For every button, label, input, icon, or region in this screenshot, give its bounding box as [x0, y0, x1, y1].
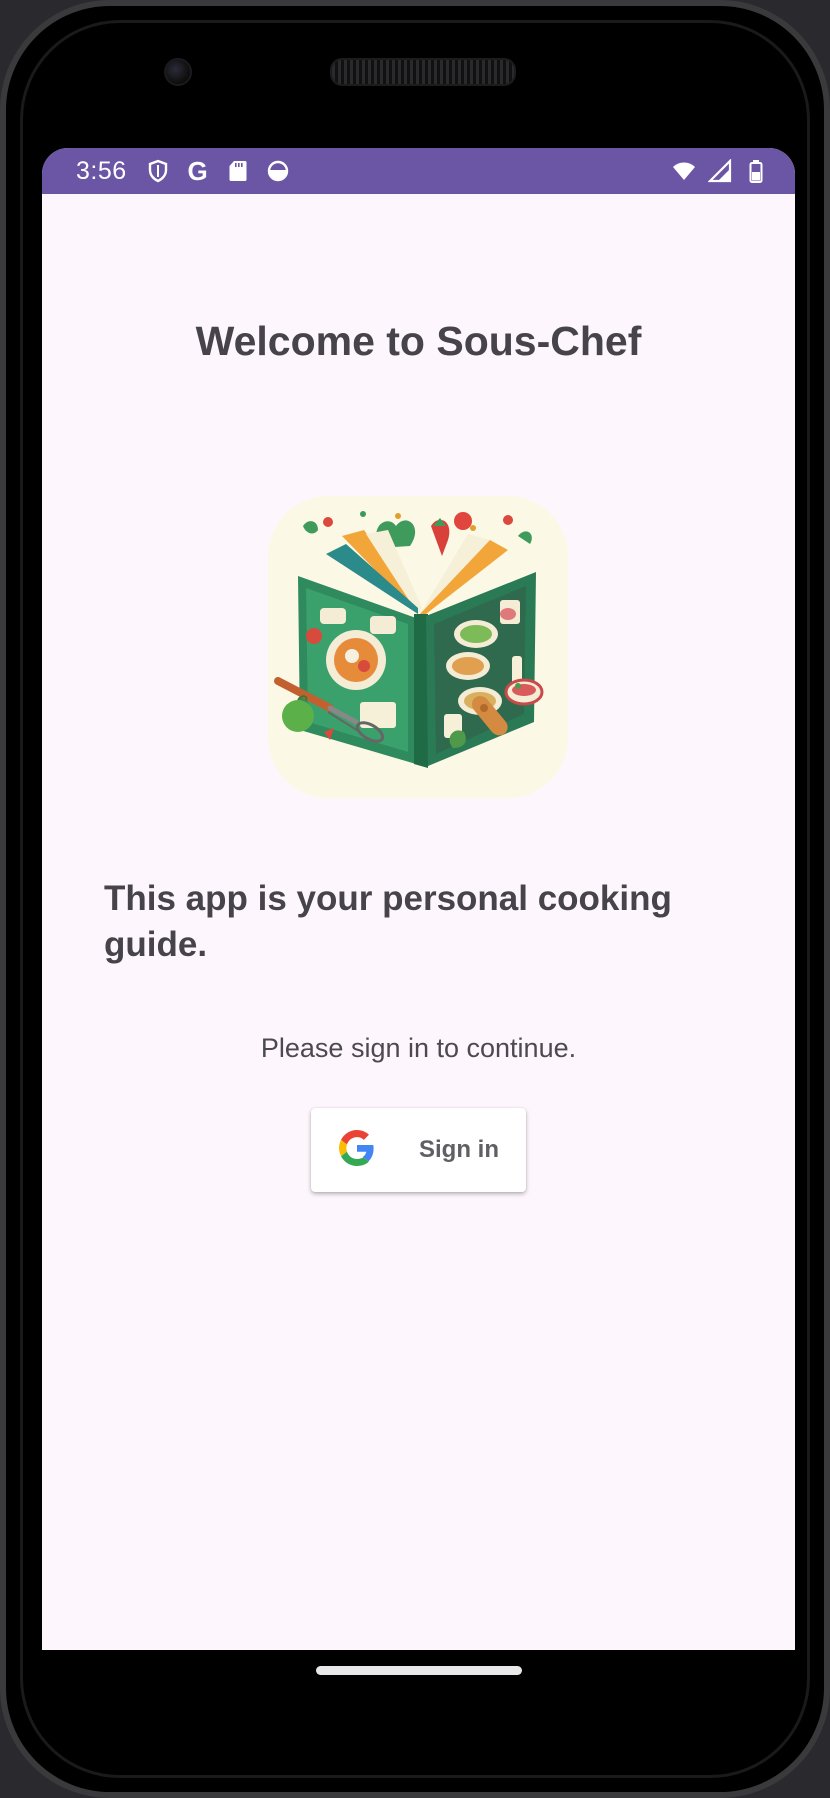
sign-in-label: Sign in [419, 1136, 499, 1163]
google-g-icon: G [185, 158, 211, 184]
google-sign-in-button[interactable]: Sign in [311, 1108, 526, 1192]
earpiece-speaker [330, 58, 516, 86]
google-logo-icon [339, 1129, 375, 1171]
home-gesture-bar[interactable] [316, 1666, 522, 1675]
status-notification-icons: G [145, 158, 291, 184]
page-title: Welcome to Sous-Chef [195, 318, 642, 364]
status-system-icons [671, 158, 769, 184]
wifi-icon [671, 158, 697, 184]
cookbook-logo-icon [268, 496, 568, 798]
google-g-letter: G [187, 156, 208, 186]
front-camera [164, 58, 192, 86]
phone-frame: 3:56 G Welcome to Sous-Chef This app is … [0, 0, 830, 1798]
shield-icon [145, 158, 171, 184]
status-time: 3:56 [76, 156, 127, 185]
tagline-text: This app is your personal cooking guide. [104, 879, 672, 964]
smile-face-icon [265, 158, 291, 184]
battery-icon [743, 158, 769, 184]
signal-icon [707, 158, 733, 184]
sd-card-icon [225, 158, 251, 184]
sign-in-prompt: Please sign in to continue. [260, 1033, 577, 1063]
app-screen: 3:56 G Welcome to Sous-Chef This app is … [42, 148, 795, 1650]
status-bar: 3:56 G [42, 148, 795, 194]
